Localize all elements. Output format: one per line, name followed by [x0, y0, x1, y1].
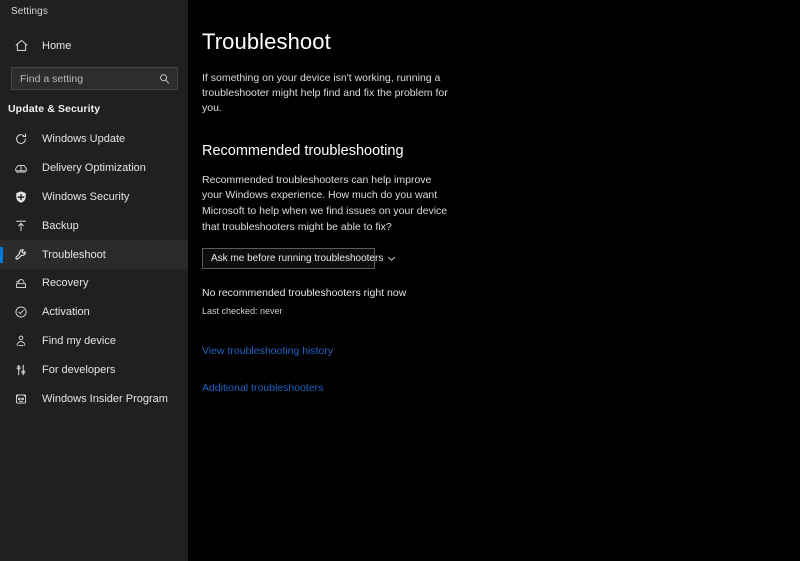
wrench-icon: [13, 247, 29, 263]
sidebar-item-find-my-device-label: Find my device: [42, 334, 116, 347]
sidebar-item-recovery-label: Recovery: [42, 277, 89, 290]
sidebar-item-activation-label: Activation: [42, 306, 90, 319]
find-device-person-icon: [13, 333, 29, 349]
sidebar-item-troubleshoot-label: Troubleshoot: [42, 248, 106, 261]
sidebar-item-recovery[interactable]: Recovery: [0, 269, 188, 298]
page-title: Troubleshoot: [202, 29, 331, 54]
home-icon: [13, 38, 29, 54]
sidebar-item-windows-update-label: Windows Update: [42, 133, 126, 146]
chevron-down-icon: [387, 254, 396, 263]
title-bar: Settings: [0, 0, 188, 22]
sidebar: Settings Home Update & Security: [0, 0, 188, 561]
developer-tools-icon: [13, 362, 29, 378]
sidebar-item-home-label: Home: [42, 39, 72, 52]
search-input[interactable]: [12, 68, 177, 89]
search-box[interactable]: [11, 67, 178, 90]
status-no-recommended-troubleshooters: No recommended troubleshooters right now: [202, 286, 407, 299]
sidebar-item-windows-security[interactable]: Windows Security: [0, 183, 188, 212]
main-content: Troubleshoot If something on your device…: [188, 0, 800, 561]
sync-refresh-icon: [13, 131, 29, 147]
settings-window: Settings Home Update & Security: [0, 0, 800, 561]
sidebar-item-for-developers[interactable]: For developers: [0, 355, 188, 384]
sidebar-item-activation[interactable]: Activation: [0, 298, 188, 327]
section-description: Recommended troubleshooters can help imp…: [202, 173, 448, 233]
insider-program-icon: [13, 391, 29, 407]
sidebar-item-backup-label: Backup: [42, 219, 79, 232]
sidebar-item-windows-update[interactable]: Windows Update: [0, 125, 188, 154]
sidebar-item-find-my-device[interactable]: Find my device: [0, 327, 188, 356]
link-view-troubleshooting-history[interactable]: View troubleshooting history: [202, 345, 333, 357]
sidebar-item-windows-security-label: Windows Security: [42, 190, 130, 203]
status-last-checked: Last checked: never: [202, 305, 283, 316]
delivery-truck-icon: [13, 160, 29, 176]
sidebar-item-home[interactable]: Home: [0, 33, 188, 58]
sidebar-item-windows-insider-program[interactable]: Windows Insider Program: [0, 384, 188, 413]
backup-upload-icon: [13, 218, 29, 234]
sidebar-group-label: Update & Security: [8, 103, 101, 115]
recovery-icon: [13, 275, 29, 291]
section-title-recommended-troubleshooting: Recommended troubleshooting: [202, 142, 404, 159]
sidebar-item-troubleshoot[interactable]: Troubleshoot: [0, 240, 188, 269]
dropdown-selected-value: Ask me before running troubleshooters: [211, 252, 384, 264]
link-additional-troubleshooters[interactable]: Additional troubleshooters: [202, 382, 323, 394]
recommended-troubleshooting-dropdown[interactable]: Ask me before running troubleshooters: [202, 247, 396, 269]
sidebar-item-windows-insider-program-label: Windows Insider Program: [42, 392, 168, 405]
sidebar-item-delivery-optimization-label: Delivery Optimization: [42, 162, 146, 175]
check-circle-icon: [13, 304, 29, 320]
page-description: If something on your device isn't workin…: [202, 72, 448, 115]
sidebar-item-backup[interactable]: Backup: [0, 211, 188, 240]
sidebar-item-delivery-optimization[interactable]: Delivery Optimization: [0, 154, 188, 183]
shield-icon: [13, 189, 29, 205]
window-title: Settings: [11, 5, 48, 17]
sidebar-item-for-developers-label: For developers: [42, 363, 116, 376]
sidebar-nav: Windows Update Delivery Optimization Win…: [0, 125, 188, 413]
